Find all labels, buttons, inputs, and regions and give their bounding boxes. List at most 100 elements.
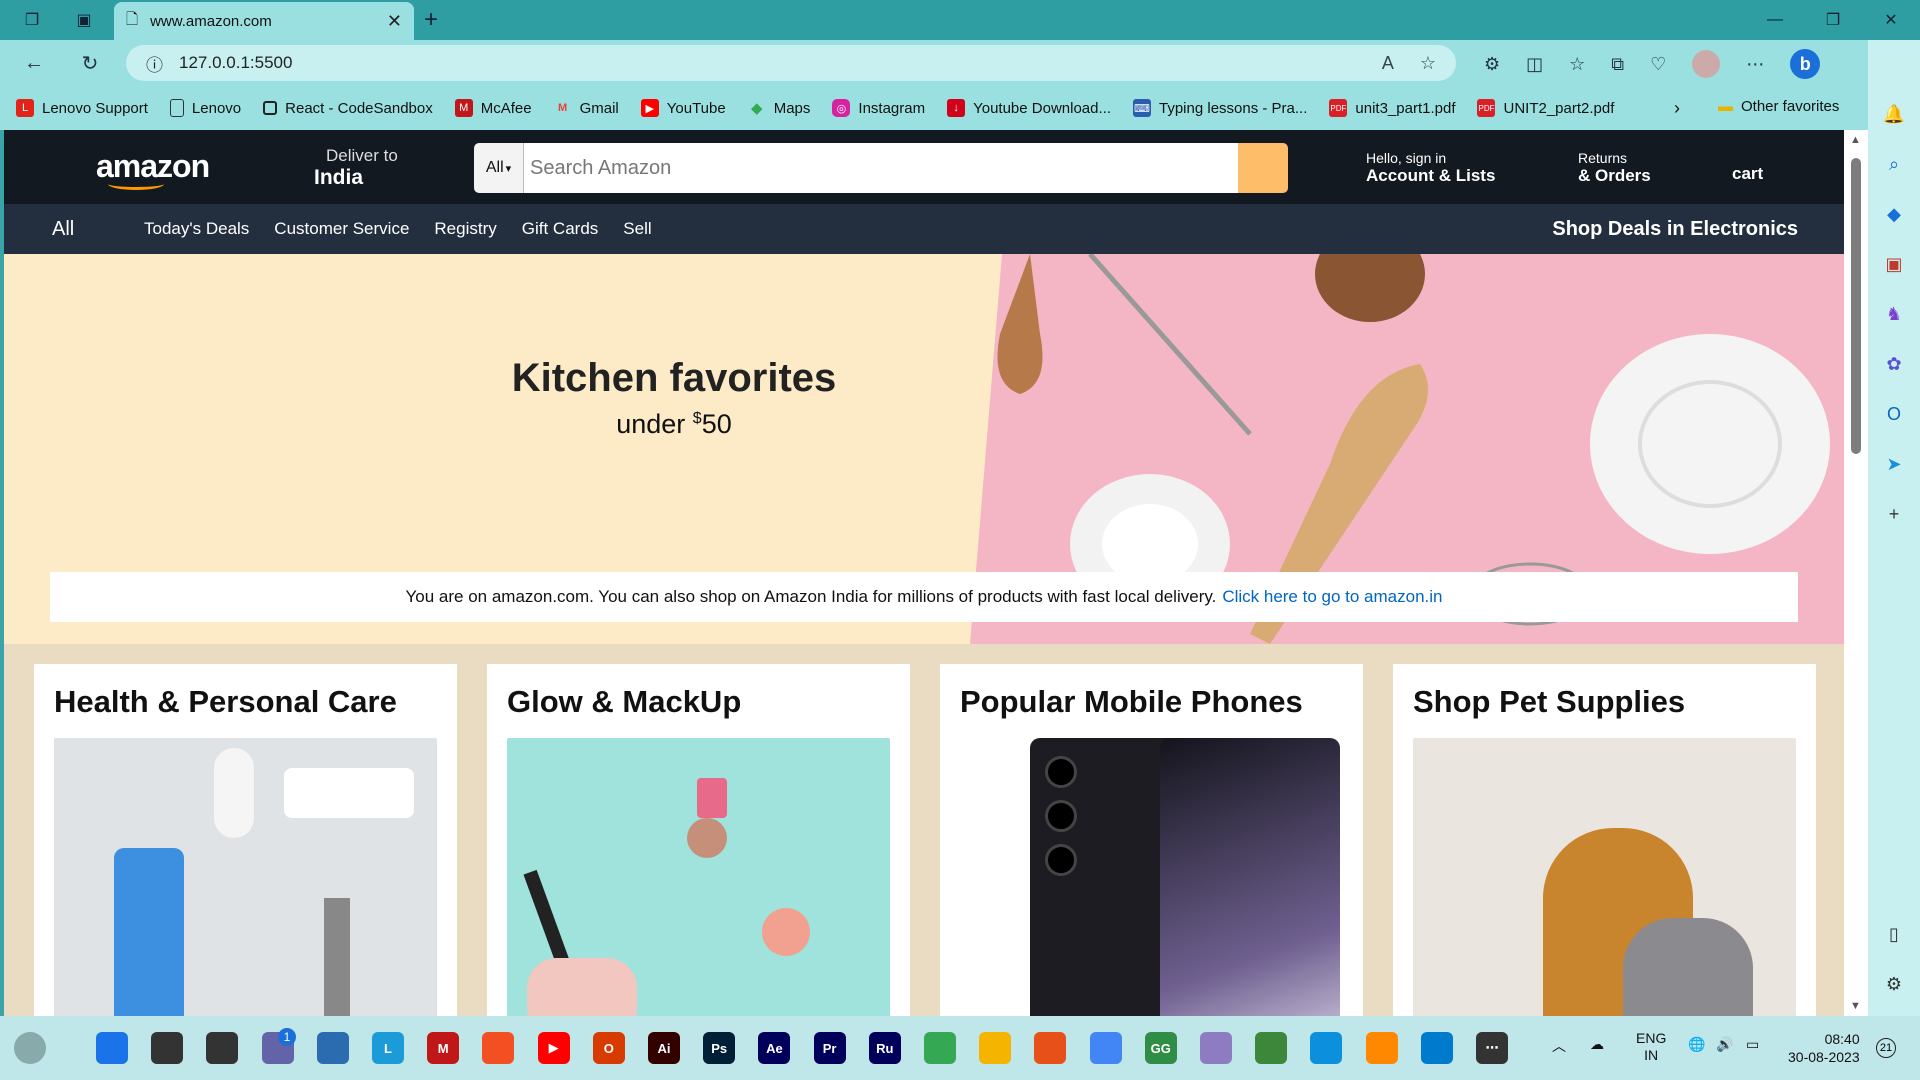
vlc-icon[interactable]	[1365, 1032, 1398, 1064]
search-button[interactable]	[1238, 143, 1288, 193]
gear-icon[interactable]: ⚙	[1880, 970, 1908, 998]
avatar-app-icon[interactable]	[1200, 1032, 1232, 1064]
tray-overflow-chevron-icon[interactable]: ︿	[1552, 1036, 1566, 1056]
favorite-item[interactable]: M McAfee	[454, 99, 532, 117]
rush-icon[interactable]: Ru	[868, 1032, 901, 1064]
refresh-button[interactable]: ↻	[76, 49, 104, 77]
notification-bell-icon[interactable]: 🔔	[1880, 100, 1908, 128]
chrome-icon[interactable]	[1089, 1032, 1122, 1064]
clock[interactable]: 08:40 30-08-2023	[1788, 1030, 1860, 1066]
workspaces-icon[interactable]: ❐	[20, 8, 44, 32]
task-view-icon[interactable]	[206, 1032, 239, 1064]
weather-widget-icon[interactable]	[14, 1032, 46, 1064]
search-icon[interactable]	[151, 1032, 184, 1064]
settings-more-icon[interactable]: ⋯	[1746, 54, 1764, 75]
other-favorites[interactable]: ▬ Other favorites	[1718, 98, 1839, 115]
category-card-pets[interactable]: Shop Pet Supplies	[1393, 664, 1816, 1016]
add-icon[interactable]: +	[1880, 500, 1908, 528]
vscode-icon[interactable]	[1420, 1032, 1453, 1064]
page-scrollbar[interactable]: ▲ ▼	[1844, 130, 1868, 1016]
favorite-item[interactable]: PDF UNIT2_part2.pdf	[1477, 99, 1614, 117]
search-input[interactable]	[524, 143, 1238, 193]
favorite-item[interactable]: Lenovo	[169, 99, 241, 117]
nav-shop-deals-electronics[interactable]: Shop Deals in Electronics	[1552, 218, 1798, 241]
file-explorer-icon[interactable]	[979, 1032, 1012, 1064]
favorite-item[interactable]: ⌨ Typing lessons - Pra...	[1133, 99, 1307, 117]
language-indicator[interactable]: ENG IN	[1636, 1030, 1666, 1064]
address-bar[interactable]: ⓘ 127.0.0.1:5500 A ☆	[126, 45, 1456, 81]
site-info-icon[interactable]: ⓘ	[146, 51, 163, 76]
category-card-health[interactable]: Health & Personal Care	[34, 664, 457, 1016]
youtube-icon[interactable]: ▶	[537, 1032, 570, 1064]
scroll-up-icon[interactable]: ▲	[1850, 134, 1861, 146]
nav-link-todays-deals[interactable]: Today's Deals	[144, 219, 249, 239]
node-icon[interactable]	[1255, 1032, 1288, 1064]
store-icon[interactable]	[316, 1032, 349, 1064]
outlook-icon[interactable]: O	[1880, 400, 1908, 428]
new-tab-button[interactable]: +	[424, 6, 438, 34]
health-products-image[interactable]	[54, 738, 437, 1016]
tab-actions-icon[interactable]: ▣	[72, 8, 96, 32]
hero-banner[interactable]: Kitchen favorites under $50 You are on a…	[4, 254, 1844, 644]
notification-count-badge[interactable]: 21	[1876, 1038, 1896, 1058]
nav-link-customer-service[interactable]: Customer Service	[274, 219, 409, 239]
lenovo-vantage-icon[interactable]: L	[372, 1032, 404, 1064]
makeup-image[interactable]	[507, 738, 890, 1016]
phone-image[interactable]	[960, 738, 1343, 1016]
drive-icon[interactable]	[924, 1032, 956, 1064]
nav-link-gift-cards[interactable]: Gift Cards	[522, 219, 599, 239]
collections-icon[interactable]: ⧉	[1611, 54, 1624, 75]
cart-link[interactable]: cart	[1732, 164, 1763, 184]
games-icon[interactable]: ♞	[1880, 300, 1908, 328]
extensions-icon[interactable]: ⚙	[1484, 54, 1500, 75]
url-text[interactable]: 127.0.0.1:5500	[179, 53, 292, 73]
premiere-icon[interactable]: Pr	[813, 1032, 846, 1064]
account-lists[interactable]: Hello, sign in Account & Lists	[1366, 150, 1495, 186]
profile-avatar[interactable]	[1692, 50, 1721, 78]
scroll-down-icon[interactable]: ▼	[1850, 1000, 1861, 1012]
volume-icon[interactable]: 🔊	[1716, 1036, 1733, 1053]
split-screen-icon[interactable]: ◫	[1526, 54, 1543, 75]
favorite-item[interactable]: ◆ Maps	[748, 99, 810, 118]
copilot-icon[interactable]: ✿	[1880, 350, 1908, 378]
app-icon[interactable]	[1034, 1032, 1067, 1064]
shopping-tag-icon[interactable]: ◆	[1880, 200, 1908, 228]
favorite-item[interactable]: L Lenovo Support	[16, 99, 148, 117]
favorite-item[interactable]: ◎ Instagram	[832, 99, 925, 117]
returns-orders[interactable]: Returns & Orders	[1578, 150, 1651, 186]
favorite-item[interactable]: React - CodeSandbox	[263, 100, 433, 117]
nav-link-registry[interactable]: Registry	[434, 219, 496, 239]
back-button[interactable]: ←	[20, 49, 48, 77]
amazon-in-link[interactable]: Click here to go to amazon.in	[1222, 587, 1442, 607]
sidebar-panel-icon[interactable]: ▯	[1880, 920, 1908, 948]
office-grid-icon[interactable]	[482, 1032, 515, 1064]
tools-icon[interactable]: ▣	[1880, 250, 1908, 278]
more-icon[interactable]: ⋯	[1476, 1032, 1508, 1064]
start-icon[interactable]	[96, 1032, 128, 1064]
search-category-select[interactable]: All ▾	[474, 143, 524, 193]
category-card-phones[interactable]: Popular Mobile Phones	[940, 664, 1363, 1016]
tab-amazon[interactable]: 🗋 www.amazon.com ✕	[114, 2, 414, 40]
pets-image[interactable]	[1413, 738, 1796, 1016]
scroll-thumb[interactable]	[1851, 158, 1861, 454]
favorite-item[interactable]: M Gmail	[554, 99, 619, 117]
close-tab-icon[interactable]: ✕	[387, 11, 402, 32]
close-window-button[interactable]: ✕	[1862, 0, 1920, 40]
favorite-item[interactable]: ↓ Youtube Download...	[947, 99, 1111, 117]
read-aloud-icon[interactable]: A	[1382, 53, 1394, 74]
mcafee-icon[interactable]: M	[427, 1032, 460, 1064]
favorite-item[interactable]: ▶ YouTube	[640, 99, 726, 117]
onedrive-icon[interactable]: ☁	[1590, 1036, 1604, 1053]
performance-icon[interactable]: ♡	[1650, 54, 1666, 75]
search-icon[interactable]: ⌕	[1880, 150, 1908, 178]
nav-all-menu[interactable]: All	[52, 218, 74, 241]
chevron-right-icon[interactable]: ›	[1674, 98, 1680, 119]
restore-button[interactable]: ❐	[1804, 0, 1862, 40]
office-icon[interactable]: O	[592, 1032, 625, 1064]
after-effects-icon[interactable]: Ae	[758, 1032, 791, 1064]
battery-icon[interactable]: ▭	[1746, 1036, 1759, 1053]
network-icon[interactable]: 🌐	[1688, 1036, 1705, 1053]
gfg-icon[interactable]: GG	[1144, 1032, 1177, 1064]
category-card-glow[interactable]: Glow & MackUp	[487, 664, 910, 1016]
deliver-to[interactable]: Deliver to India	[314, 146, 398, 190]
